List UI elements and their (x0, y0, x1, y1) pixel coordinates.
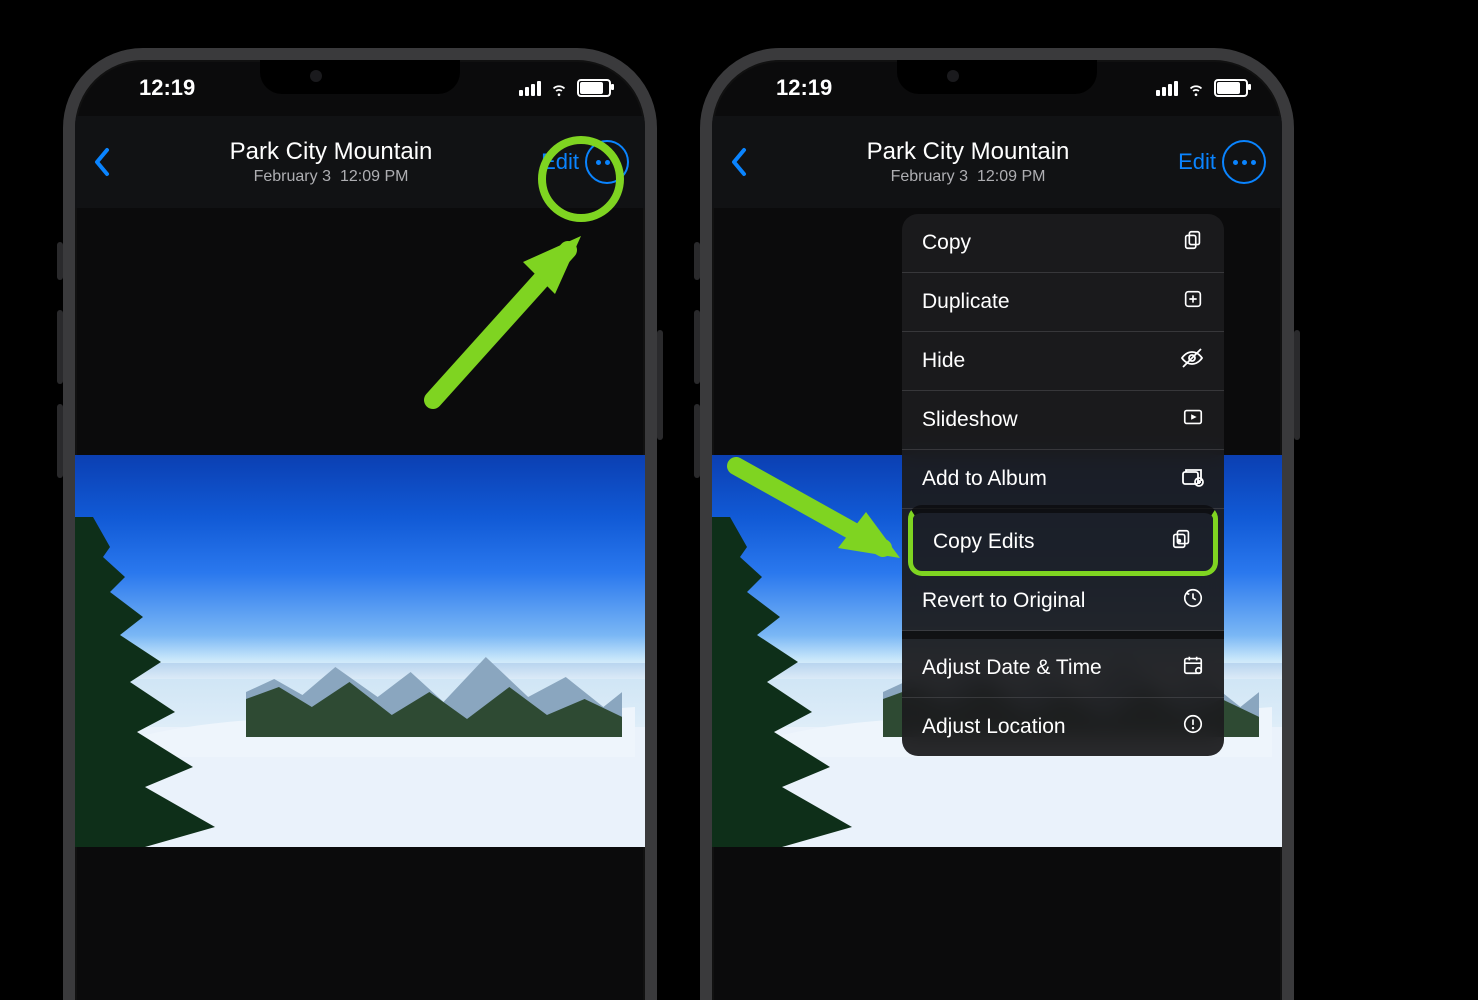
menu-item-label: Adjust Location (922, 715, 1066, 739)
slideshow-icon (1182, 406, 1204, 434)
annotation-arrow-left (403, 210, 613, 420)
menu-item-label: Copy Edits (933, 530, 1035, 554)
photo-header: Park City Mountain February 3 12:09 PM E… (712, 116, 1282, 208)
menu-item-label: Copy (922, 231, 971, 255)
volume-down-hw (694, 404, 700, 478)
back-button[interactable] (712, 126, 766, 198)
photo-date: February 3 (891, 168, 968, 186)
chevron-left-icon (730, 147, 748, 177)
phone-left: 12:19 Park City Mountain February 3 12:0… (63, 48, 657, 1000)
wifi-icon (1186, 78, 1206, 98)
menu-item-label: Revert to Original (922, 589, 1085, 613)
menu-item-adjust-date-time[interactable]: Adjust Date & Time (902, 631, 1224, 698)
volume-down-hw (57, 404, 63, 478)
silence-switch (57, 242, 63, 280)
silence-switch (694, 242, 700, 280)
status-bar: 12:19 (712, 60, 1282, 116)
photo-time: 12:09 PM (340, 168, 408, 186)
volume-up-hw (694, 310, 700, 384)
tree-shape (75, 517, 225, 847)
revert-icon (1182, 587, 1204, 615)
menu-item-label: Duplicate (922, 290, 1010, 314)
photo-title: Park City Mountain (766, 138, 1170, 166)
power-hw (657, 330, 663, 440)
cellular-icon (519, 81, 541, 96)
copy-edits-icon (1171, 528, 1193, 556)
status-time: 12:19 (139, 75, 195, 101)
phone-right: 12:19 Park City Mountain February 3 12:0… (700, 48, 1294, 1000)
add-album-icon (1180, 465, 1204, 493)
photo-content[interactable] (75, 455, 645, 847)
chevron-left-icon (93, 147, 111, 177)
photo-time: 12:09 PM (977, 168, 1045, 186)
more-button[interactable] (1222, 140, 1266, 184)
status-bar: 12:19 (75, 60, 645, 116)
calendar-icon (1182, 654, 1204, 682)
edit-button[interactable]: Edit (1170, 149, 1222, 175)
more-context-menu: Copy Duplicate Hide Slideshow Add to Album Co… (902, 214, 1224, 756)
copy-icon (1182, 229, 1204, 257)
menu-item-hide[interactable]: Hide (902, 332, 1224, 391)
status-time: 12:19 (776, 75, 832, 101)
annotation-arrow-right (718, 448, 928, 578)
photo-title: Park City Mountain (129, 138, 533, 166)
back-button[interactable] (75, 126, 129, 198)
menu-item-duplicate[interactable]: Duplicate (902, 273, 1224, 332)
photo-date: February 3 (254, 168, 331, 186)
battery-icon (1214, 79, 1248, 97)
menu-item-label: Add to Album (922, 467, 1047, 491)
volume-up-hw (57, 310, 63, 384)
menu-item-label: Hide (922, 349, 965, 373)
menu-item-add-to-album[interactable]: Add to Album (902, 450, 1224, 509)
menu-item-adjust-location[interactable]: Adjust Location (902, 698, 1224, 756)
location-icon (1182, 713, 1204, 741)
menu-item-label: Slideshow (922, 408, 1018, 432)
wifi-icon (549, 78, 569, 98)
power-hw (1294, 330, 1300, 440)
menu-item-copy-edits[interactable]: Copy Edits (908, 505, 1218, 576)
menu-item-label: Adjust Date & Time (922, 656, 1102, 680)
duplicate-icon (1182, 288, 1204, 316)
menu-item-slideshow[interactable]: Slideshow (902, 391, 1224, 450)
menu-item-copy[interactable]: Copy (902, 214, 1224, 273)
cellular-icon (1156, 81, 1178, 96)
hide-icon (1180, 347, 1204, 375)
battery-icon (577, 79, 611, 97)
menu-item-revert-to-original[interactable]: Revert to Original (902, 572, 1224, 631)
